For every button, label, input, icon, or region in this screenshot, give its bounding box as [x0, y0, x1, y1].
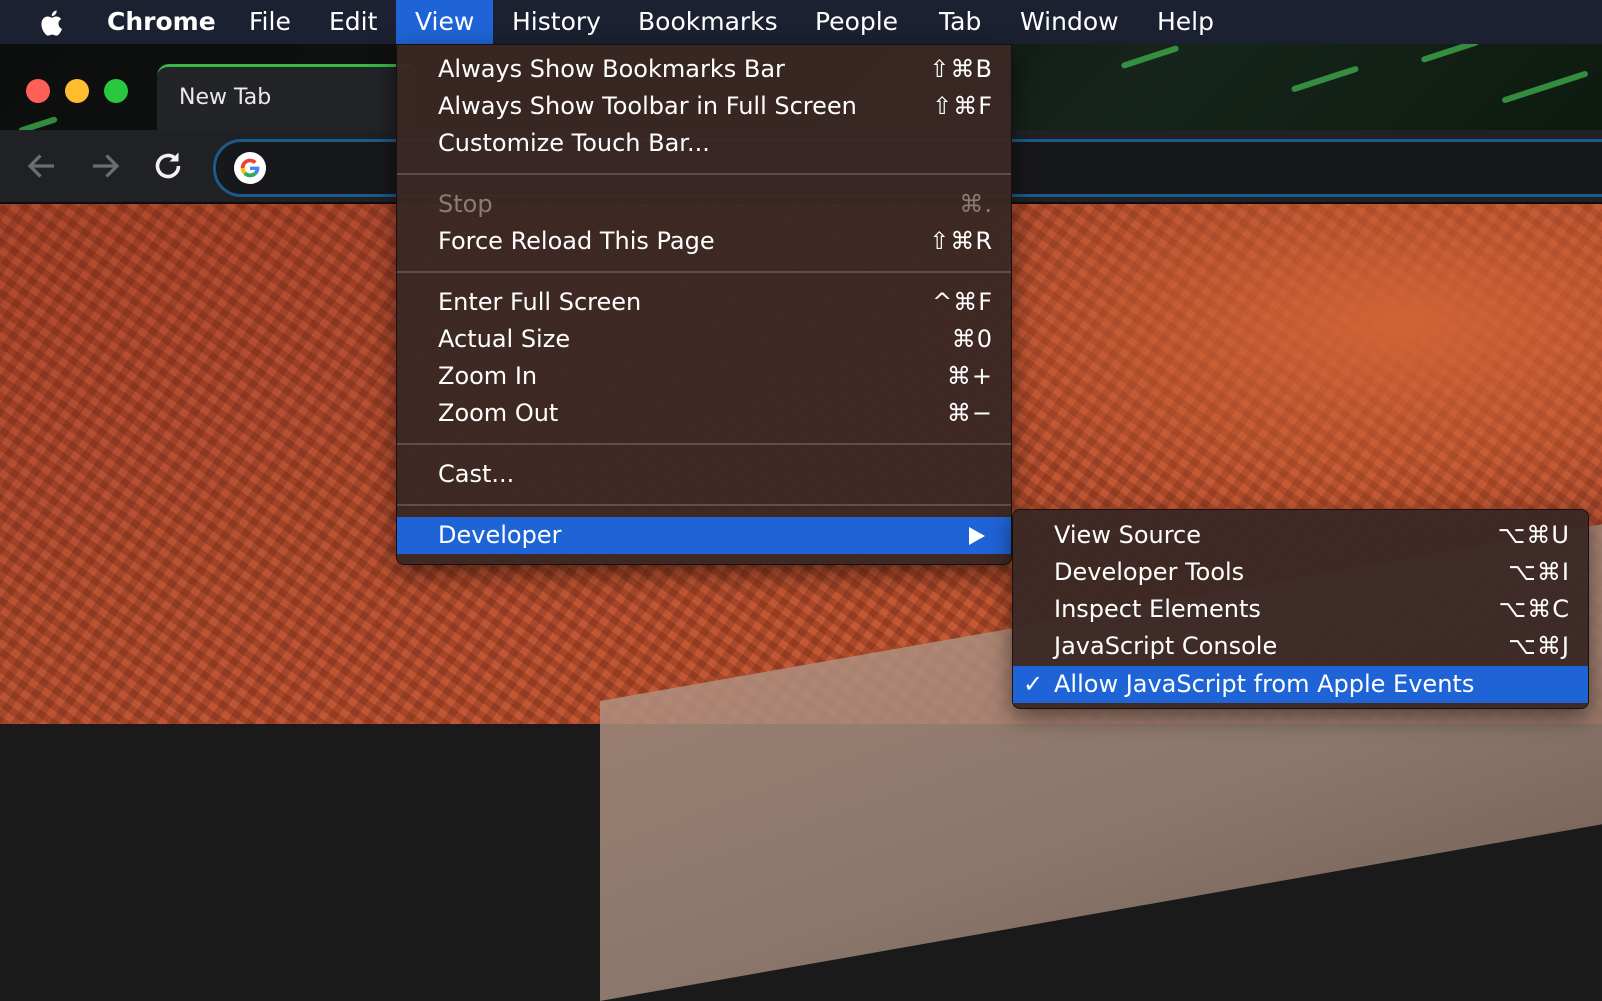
view-menu: Always Show Bookmarks Bar ⇧⌘B Always Sho… [396, 44, 1012, 565]
close-window-button[interactable] [26, 79, 50, 103]
tab-title: New Tab [179, 85, 272, 110]
theme-streak [1290, 65, 1360, 93]
menu-item-label: Enter Full Screen [438, 288, 642, 316]
menu-edit[interactable]: Edit [329, 0, 377, 44]
menu-item-allow-javascript-apple-events[interactable]: ✓ Allow JavaScript from Apple Events [1013, 666, 1588, 703]
theme-streak [1501, 70, 1589, 104]
menu-item-zoom-out[interactable]: Zoom Out ⌘− [397, 395, 1011, 432]
menu-help[interactable]: Help [1157, 0, 1214, 44]
menu-item-view-source[interactable]: View Source ⌥⌘U [1013, 517, 1588, 554]
developer-submenu: View Source ⌥⌘U Developer Tools ⌥⌘I Insp… [1012, 509, 1589, 709]
menu-separator [397, 173, 1011, 175]
menu-bookmarks[interactable]: Bookmarks [638, 0, 778, 44]
google-icon [234, 152, 266, 184]
zoom-window-button[interactable] [104, 79, 128, 103]
menu-item-label: Developer [438, 521, 562, 549]
tab-new-tab[interactable]: New Tab [157, 64, 417, 130]
menu-item-shortcut: ⇧⌘F [932, 92, 993, 120]
forward-arrow-icon[interactable] [87, 148, 123, 184]
menu-separator [397, 504, 1011, 506]
menu-item-customize-touch-bar[interactable]: Customize Touch Bar... [397, 125, 1011, 162]
menu-item-cast[interactable]: Cast... [397, 456, 1011, 493]
menu-item-shortcut: ⌥⌘U [1497, 521, 1570, 549]
menu-item-label: Actual Size [438, 325, 571, 353]
menu-separator [397, 443, 1011, 445]
menu-item-zoom-in[interactable]: Zoom In ⌘+ [397, 358, 1011, 395]
menu-item-developer-tools[interactable]: Developer Tools ⌥⌘I [1013, 554, 1588, 591]
menu-item-enter-full-screen[interactable]: Enter Full Screen ^⌘F [397, 284, 1011, 321]
menu-item-always-show-bookmarks-bar[interactable]: Always Show Bookmarks Bar ⇧⌘B [397, 51, 1011, 88]
menu-item-label: Allow JavaScript from Apple Events [1054, 670, 1475, 698]
menu-item-shortcut: ⇧⌘B [929, 55, 993, 83]
menu-window[interactable]: Window [1020, 0, 1119, 44]
theme-streak [1120, 44, 1180, 70]
submenu-arrow-icon [969, 527, 985, 545]
menu-item-label: View Source [1054, 521, 1202, 549]
menu-item-always-show-toolbar[interactable]: Always Show Toolbar in Full Screen ⇧⌘F [397, 88, 1011, 125]
menu-item-actual-size[interactable]: Actual Size ⌘0 [397, 321, 1011, 358]
menu-item-javascript-console[interactable]: JavaScript Console ⌥⌘J [1013, 628, 1588, 665]
menu-item-shortcut: ^⌘F [932, 288, 993, 316]
minimize-window-button[interactable] [65, 79, 89, 103]
menu-separator [397, 271, 1011, 273]
menu-item-label: Zoom Out [438, 399, 559, 427]
menu-item-label: Developer Tools [1054, 558, 1245, 586]
menu-item-label: Always Show Bookmarks Bar [438, 55, 785, 83]
checkmark-icon: ✓ [1023, 670, 1044, 698]
menu-item-shortcut: ⌘. [959, 190, 993, 218]
theme-streak [1420, 44, 1480, 64]
menu-people[interactable]: People [815, 0, 898, 44]
back-arrow-icon[interactable] [24, 148, 60, 184]
menu-item-inspect-elements[interactable]: Inspect Elements ⌥⌘C [1013, 591, 1588, 628]
menu-item-shortcut: ⇧⌘R [929, 227, 993, 255]
menu-item-label: Cast... [438, 460, 515, 488]
menu-file[interactable]: File [249, 0, 291, 44]
theme-streak [18, 115, 58, 130]
menu-history[interactable]: History [512, 0, 601, 44]
menu-item-label: Inspect Elements [1054, 595, 1261, 623]
menu-item-shortcut: ⌥⌘I [1508, 558, 1570, 586]
menu-item-shortcut: ⌘0 [951, 325, 993, 353]
reload-icon[interactable] [150, 148, 186, 184]
menu-bar: Chrome File Edit View History Bookmarks … [0, 0, 1602, 44]
menu-item-label: Force Reload This Page [438, 227, 715, 255]
menu-item-shortcut: ⌘− [946, 399, 993, 427]
menu-tab[interactable]: Tab [939, 0, 981, 44]
menu-item-shortcut: ⌘+ [946, 362, 993, 390]
menu-chrome[interactable]: Chrome [107, 0, 216, 44]
menu-item-developer[interactable]: Developer [397, 517, 1011, 554]
menu-item-force-reload[interactable]: Force Reload This Page ⇧⌘R [397, 223, 1011, 260]
menu-item-label: Zoom In [438, 362, 538, 390]
menu-item-label: Customize Touch Bar... [438, 129, 710, 157]
menu-item-label: Stop [438, 190, 493, 218]
menu-item-label: JavaScript Console [1054, 632, 1278, 660]
menu-view[interactable]: View [396, 0, 494, 44]
menu-item-shortcut: ⌥⌘J [1508, 632, 1570, 660]
menu-item-label: Always Show Toolbar in Full Screen [438, 92, 857, 120]
menu-item-shortcut: ⌥⌘C [1498, 595, 1570, 623]
apple-icon[interactable] [38, 8, 68, 38]
menu-item-stop: Stop ⌘. [397, 186, 1011, 223]
